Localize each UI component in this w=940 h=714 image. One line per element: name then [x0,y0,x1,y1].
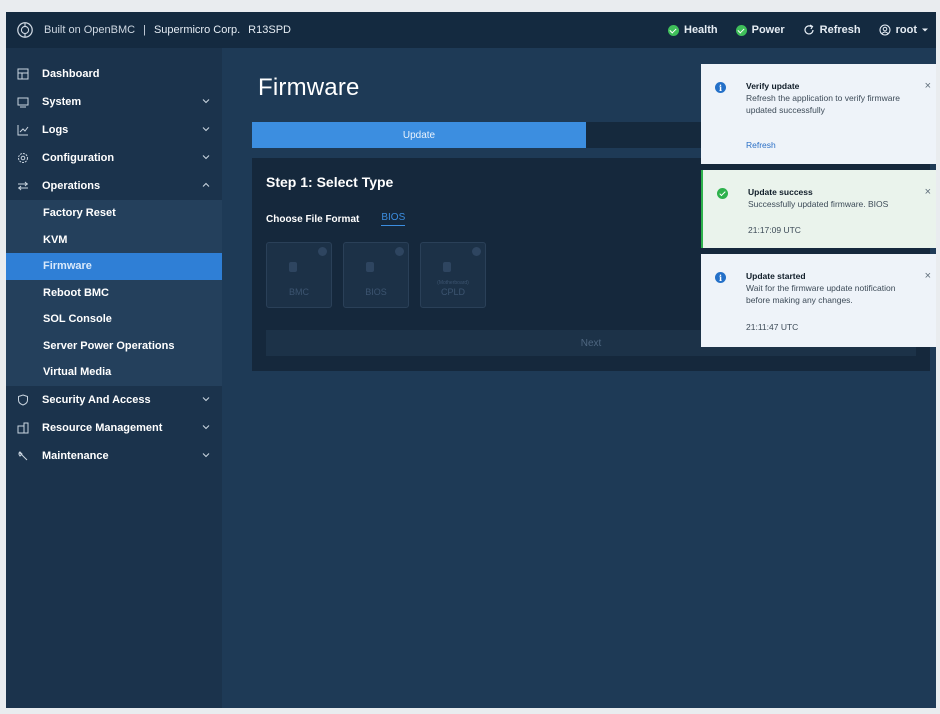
toast-update-success: Update success Successfully updated firm… [701,170,936,248]
radio-icon [395,247,404,256]
app-frame: Built on OpenBMC | Supermicro Corp. R13S… [6,12,936,708]
chevron-down-icon [202,424,210,429]
sidebar-item-dashboard[interactable]: Dashboard [6,60,222,88]
power-ok-icon [735,24,747,36]
gear-icon [16,151,30,165]
tab-update[interactable]: Update [252,122,586,148]
radio-icon [472,247,481,256]
success-check-icon [717,188,728,199]
refresh-label: Refresh [819,24,861,36]
chevron-down-icon [202,155,210,160]
caret-down-icon [922,28,928,32]
power-status-button[interactable]: Power [735,24,785,36]
toast-timestamp: 21:11:47 UTC [746,322,799,332]
sidebar-item-operations[interactable]: Operations [6,172,222,200]
close-icon[interactable]: × [925,80,931,92]
chart-icon [16,123,30,137]
toast-body: Wait for the firmware update notificatio… [746,283,896,305]
chevron-up-icon [202,182,210,187]
dashboard-icon [16,67,30,81]
sidebar-subitem-virtual-media[interactable]: Virtual Media [6,359,222,386]
toast-timestamp: 21:17:09 UTC [748,225,801,235]
sidebar-item-label: Maintenance [42,449,109,462]
chevron-down-icon [202,452,210,457]
toast-verify-update: i Verify update Refresh the application … [701,64,936,164]
health-ok-icon [668,24,679,36]
chevron-down-icon [202,127,210,132]
sidebar-item-configuration[interactable]: Configuration [6,144,222,172]
sidebar-subitem-firmware[interactable]: Firmware [6,253,222,280]
chip-icon [289,262,297,272]
sidebar-item-label: Dashboard [42,68,100,80]
built-on-label: Built on OpenBMC [44,24,136,36]
info-icon: i [715,82,726,93]
close-icon[interactable]: × [925,186,931,198]
type-option-sublabel: (Motherboard) [437,280,469,286]
sidebar-item-security-and-access[interactable]: Security And Access [6,386,222,414]
sidebar-item-logs[interactable]: Logs [6,116,222,144]
file-format-option-bios[interactable]: BIOS [381,212,406,226]
chip-icon [443,262,451,272]
type-option-label: BIOS [365,287,387,297]
toast-title: Update started [746,271,806,281]
sidebar-item-label: Operations [42,180,101,192]
user-label: root [895,24,917,36]
sidebar-subitem-sol-console[interactable]: SOL Console [6,306,222,333]
sidebar-subitem-server-power-operations[interactable]: Server Power Operations [6,332,222,359]
toast-body: Successfully updated firmware. BIOS [748,199,889,209]
hostname: R13SPD [248,24,291,36]
type-option-label: BMC [289,287,309,297]
type-option-bios[interactable]: BIOS [343,242,409,308]
sidebar-item-system[interactable]: System [6,88,222,116]
vendor-name: Supermicro Corp. [153,24,241,36]
toast-refresh-link[interactable]: Refresh [746,140,776,150]
sidebar-item-label: Configuration [42,152,115,164]
sidebar-subitem-reboot-bmc[interactable]: Reboot BMC [6,279,222,306]
chevron-down-icon [202,396,210,401]
close-icon[interactable]: × [925,270,931,282]
sidebar-subitem-kvm[interactable]: KVM [6,226,222,253]
building-icon [16,421,30,435]
sidebar-item-resource-management[interactable]: Resource Management [6,414,222,442]
shield-icon [16,393,30,407]
user-menu-button[interactable]: root [879,24,928,36]
sidebar-item-label: Logs [42,124,69,136]
chevron-down-icon [202,99,210,104]
type-option-cpld[interactable]: (Motherboard) CPLD [420,242,486,308]
header-actions: Health Power Refresh root [668,24,936,36]
firmware-type-options: BMC BIOS (Motherboard) CPLD [266,242,486,308]
toast-update-started: i Update started Wait for the firmware u… [701,254,936,347]
sidebar-nav: Dashboard System Logs Configuration Oper… [6,48,222,708]
toast-title: Verify update [746,81,800,91]
monitor-icon [16,95,30,109]
sidebar-subitem-factory-reset[interactable]: Factory Reset [6,200,222,227]
page-title: Firmware [258,74,360,101]
file-format-row: Choose File Format BIOS [266,212,406,226]
toast-body: Refresh the application to verify firmwa… [746,93,901,115]
header-separator: | [143,24,146,36]
openbmc-logo-icon[interactable] [16,21,34,39]
top-header: Built on OpenBMC | Supermicro Corp. R13S… [6,12,936,48]
sidebar-item-label: Security And Access [42,393,151,406]
sidebar-item-maintenance[interactable]: Maintenance [6,442,222,470]
sliders-icon [16,179,30,193]
power-label: Power [751,24,785,36]
type-option-bmc[interactable]: BMC [266,242,332,308]
info-icon: i [715,272,726,283]
chip-icon [366,262,374,272]
refresh-button[interactable]: Refresh [803,24,861,36]
step-title: Step 1: Select Type [266,174,394,190]
health-status-button[interactable]: Health [668,24,718,36]
file-format-label: Choose File Format [266,213,360,225]
user-icon [879,24,891,36]
toast-title: Update success [748,187,813,197]
sidebar-item-label: Resource Management [42,421,163,434]
health-label: Health [684,24,718,36]
refresh-icon [804,24,814,35]
sidebar-item-label: System [42,96,82,108]
type-option-label: CPLD [440,287,465,297]
radio-icon [318,247,327,256]
wrench-icon [16,449,30,463]
